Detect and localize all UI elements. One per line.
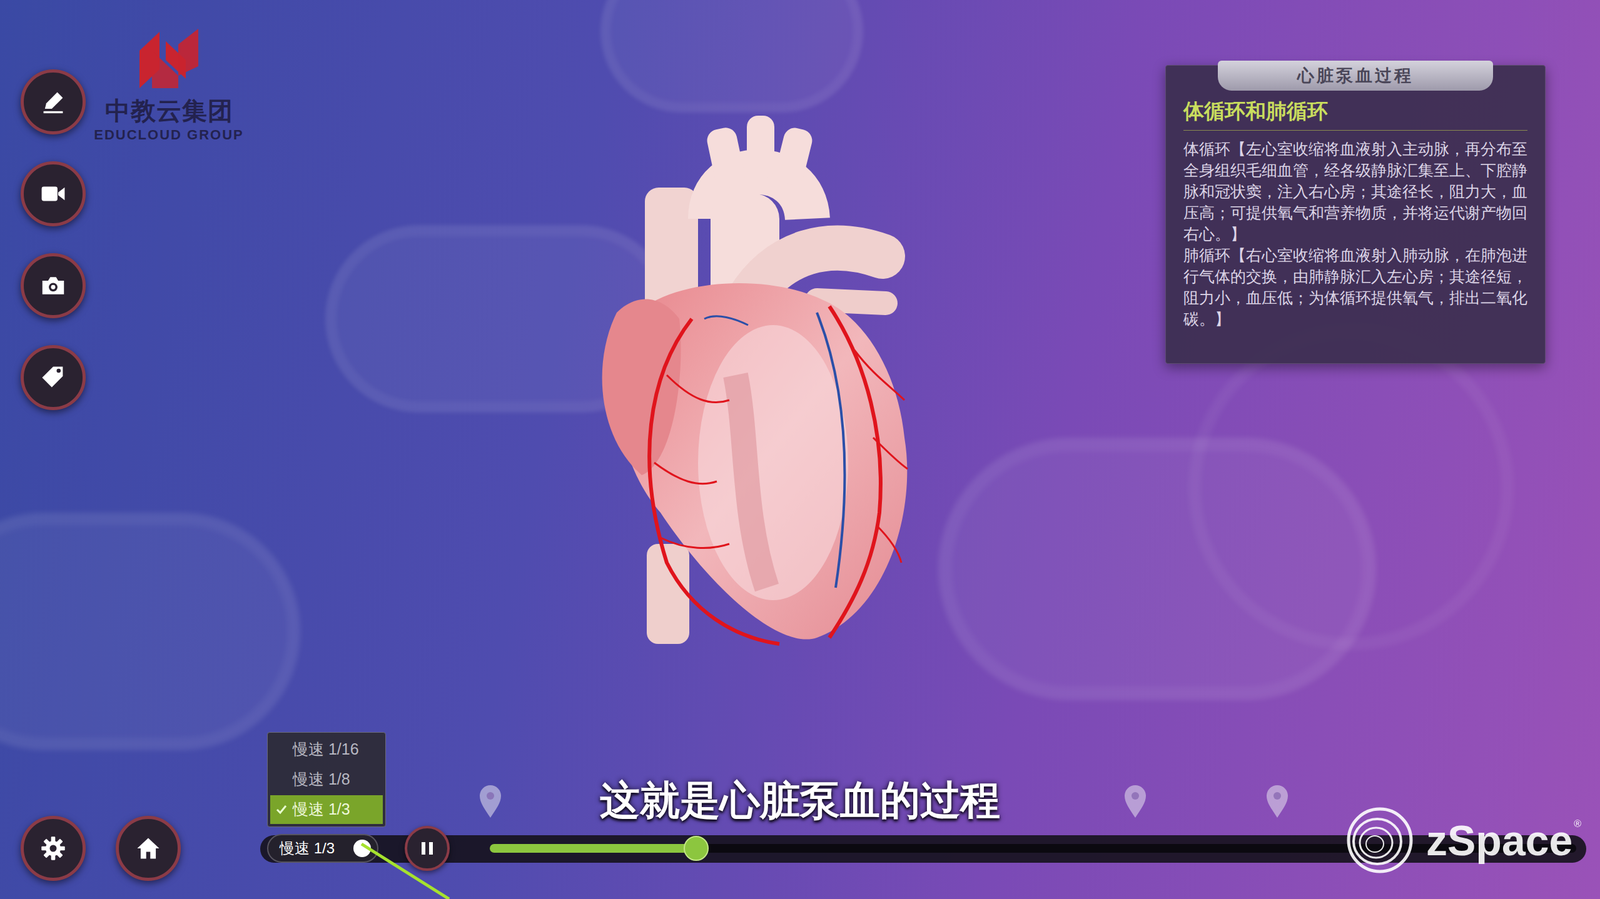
background-cell xyxy=(0,512,301,751)
bottom-buttons xyxy=(20,816,181,882)
background-cell xyxy=(600,0,864,113)
speed-option[interactable]: 慢速 1/8 xyxy=(270,765,383,795)
timeline-marker[interactable] xyxy=(478,784,503,820)
camera-icon xyxy=(38,271,68,301)
left-toolbar xyxy=(20,69,86,411)
speed-label: 慢速 1/3 xyxy=(279,837,335,861)
check-icon xyxy=(275,743,289,757)
gear-icon xyxy=(39,835,67,863)
speed-menu: 慢速 1/16 慢速 1/8 慢速 1/3 xyxy=(267,732,386,828)
play-pause-button[interactable] xyxy=(404,826,450,872)
home-button[interactable] xyxy=(115,816,181,882)
camera-button[interactable] xyxy=(20,253,86,319)
video-button[interactable] xyxy=(20,161,86,227)
speed-control[interactable]: 慢速 1/3 xyxy=(267,834,379,864)
panel-title-tab: 心脏泵血过程 xyxy=(1165,60,1545,91)
check-icon xyxy=(275,773,289,787)
timeline-track[interactable] xyxy=(489,844,1577,854)
app-screen: 中教云集团EDUCLOUD GROUP 心脏泵血过程体循环和肺循环体循环【左心室收… xyxy=(0,0,1600,899)
tag-icon xyxy=(39,364,67,392)
background-cell xyxy=(938,437,1377,701)
brand-wordmark: zSpace® xyxy=(1426,819,1582,862)
panel-paragraph: 肺循环【右心室收缩将血液射入肺动脉，在肺泡进行气体的交换，由肺静脉汇入左心房；其… xyxy=(1183,244,1528,330)
timeline-marker[interactable] xyxy=(1123,784,1148,820)
background-cell xyxy=(1188,325,1514,651)
subtitle-caption: 这就是心脏泵血的过程 xyxy=(599,775,1001,826)
swirl-logo-icon xyxy=(1344,805,1415,876)
video-icon xyxy=(38,179,68,209)
speed-option-label: 慢速 1/8 xyxy=(292,768,351,792)
brand-registered: ® xyxy=(1573,819,1582,830)
info-panel: 心脏泵血过程体循环和肺循环体循环【左心室收缩将血液射入主动脉，再分布至全身组织毛… xyxy=(1165,65,1546,365)
panel-title-box: 心脏泵血过程 xyxy=(1217,60,1494,91)
zspace-brand: zSpace® xyxy=(1344,805,1582,876)
brand-logo: 中教云集团EDUCLOUD GROUP xyxy=(93,28,244,144)
check-icon xyxy=(275,803,289,817)
tag-button[interactable] xyxy=(20,345,86,411)
panel-title: 心脏泵血过程 xyxy=(1297,63,1414,89)
pen-button[interactable] xyxy=(20,69,86,135)
stylus-ray xyxy=(356,841,451,899)
timeline-marker[interactable] xyxy=(1265,784,1290,820)
speed-option-label: 慢速 1/16 xyxy=(292,738,360,762)
heart-model[interactable] xyxy=(591,112,917,657)
panel-heading: 体循环和肺循环 xyxy=(1183,98,1528,131)
speed-knob[interactable] xyxy=(353,840,371,858)
brand-subtitle: EDUCLOUD GROUP xyxy=(93,126,244,144)
speed-option-label: 慢速 1/3 xyxy=(292,798,351,822)
pause-icon xyxy=(417,839,437,859)
speed-option[interactable]: 慢速 1/16 xyxy=(270,735,383,765)
panel-body: 体循环【左心室收缩将血液射入主动脉，再分布至全身组织毛细血管，经各级静脉汇集至上… xyxy=(1183,138,1528,330)
settings-button[interactable] xyxy=(20,816,86,882)
brand-name: zSpace xyxy=(1426,819,1573,862)
brand-name: 中教云集团 xyxy=(105,95,234,127)
logo-mark-icon xyxy=(134,28,204,92)
timeline-fill xyxy=(489,844,697,854)
speed-option[interactable]: 慢速 1/3 xyxy=(270,795,383,825)
panel-paragraph: 体循环【左心室收缩将血液射入主动脉，再分布至全身组织毛细血管，经各级静脉汇集至上… xyxy=(1183,138,1528,245)
timeline-knob[interactable] xyxy=(683,836,709,862)
home-icon xyxy=(134,835,163,863)
pen-icon xyxy=(39,88,67,116)
